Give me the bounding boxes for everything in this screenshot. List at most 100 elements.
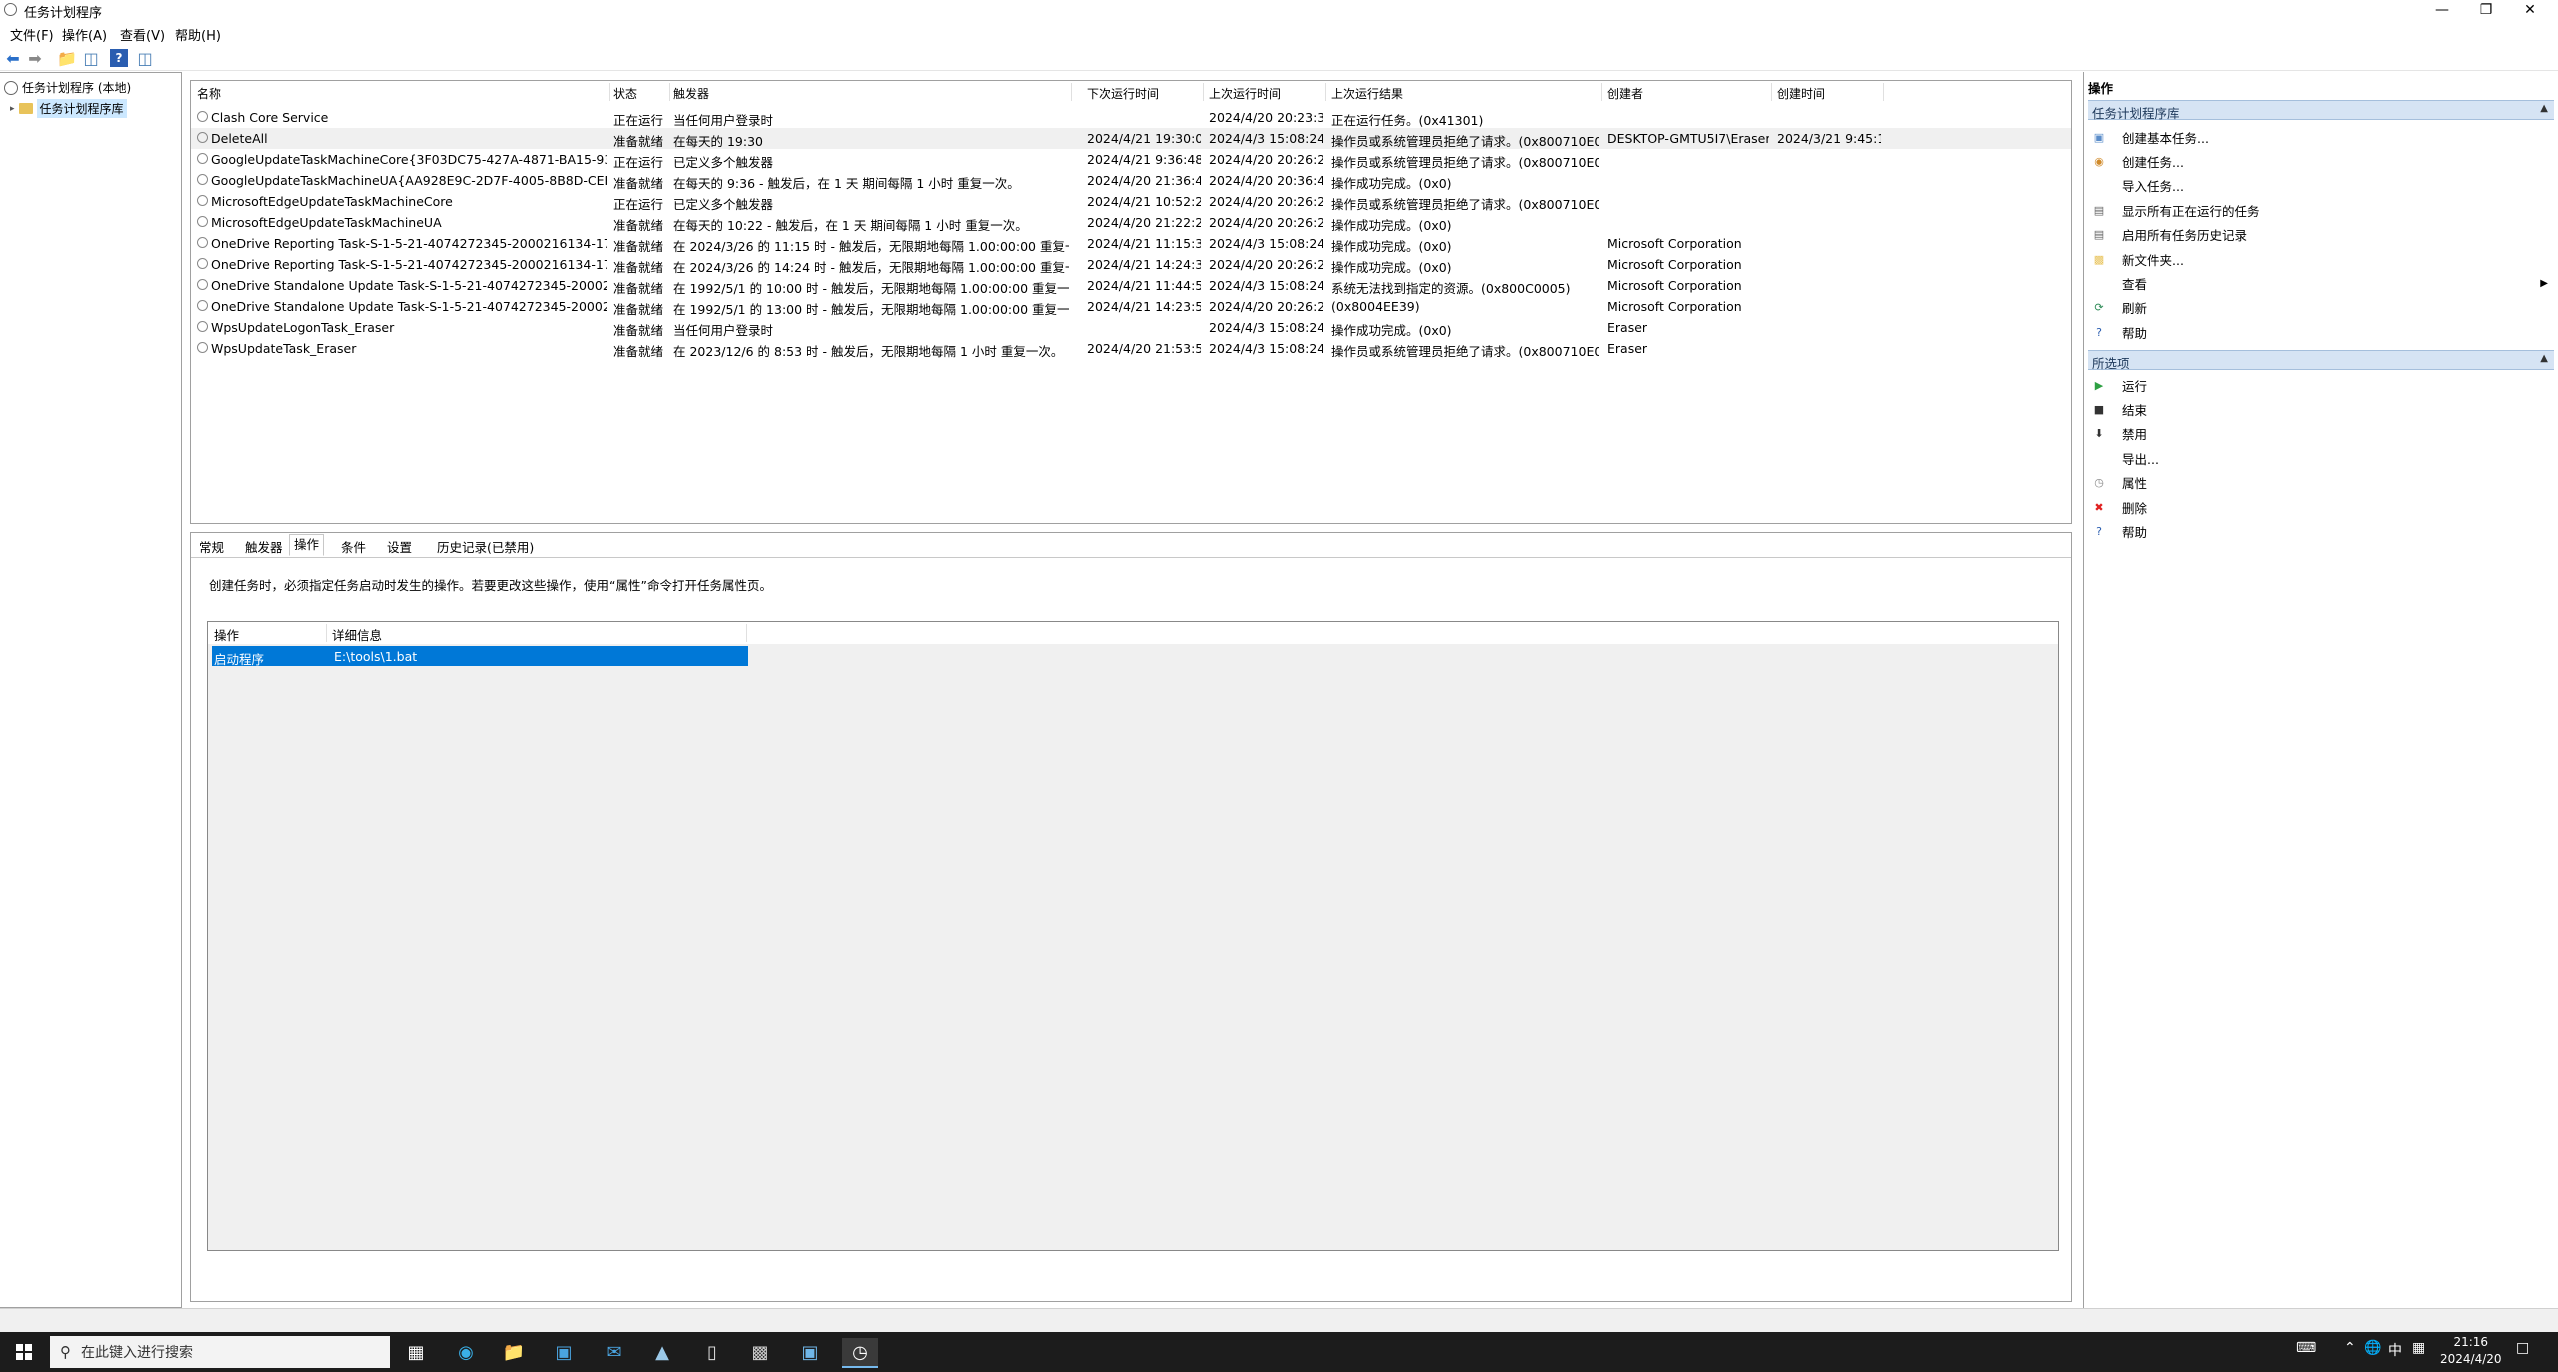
tree-library[interactable]: ▸ 任务计划程序库 — [10, 99, 127, 118]
collapse-icon[interactable]: ▲ — [2540, 103, 2548, 114]
menu-view[interactable]: 查看(V) — [120, 25, 165, 44]
edge-browser-icon[interactable]: ◉ — [452, 1338, 480, 1366]
action-item[interactable]: 导出... — [2092, 447, 2552, 469]
section-selected[interactable]: 所选项 ▲ — [2088, 350, 2554, 371]
network-icon[interactable]: 🌐 — [2364, 1340, 2381, 1356]
action-item[interactable]: 导入任务... — [2092, 175, 2552, 197]
action-item[interactable]: ▤ 启用所有任务历史记录 — [2092, 224, 2552, 246]
action-item[interactable]: ◉ 创建任务... — [2092, 150, 2552, 172]
help-icon[interactable]: ? — [110, 49, 128, 67]
keyboard-icon[interactable]: ⌨ — [2296, 1340, 2316, 1356]
tab-settings[interactable]: 设置 — [387, 537, 412, 556]
menu-file[interactable]: 文件(F) — [10, 25, 54, 44]
action-item-label: 显示所有正在运行的任务 — [2122, 203, 2260, 219]
table-row[interactable]: OneDrive Reporting Task-S-1-5-21-4074272… — [191, 233, 2071, 254]
tab-history[interactable]: 历史记录(已禁用) — [437, 537, 534, 556]
tab-triggers[interactable]: 触发器 — [245, 537, 283, 556]
document-app-icon[interactable]: ▯ — [698, 1338, 726, 1366]
table-cell: 正在运行任务。(0x41301) — [1331, 113, 1484, 128]
show-action-pane-icon[interactable]: ◫ — [136, 49, 154, 68]
col-next-run[interactable]: 下次运行时间 — [1087, 85, 1159, 102]
col-last-run[interactable]: 上次运行时间 — [1209, 85, 1281, 102]
action-item-label: 新文件夹... — [2122, 252, 2184, 268]
expand-arrow-icon[interactable]: ▸ — [10, 104, 15, 114]
action-item[interactable]: ? 帮助 — [2092, 520, 2552, 542]
store-icon[interactable]: ▣ — [550, 1338, 578, 1366]
action-item[interactable]: ■ 结束 — [2092, 398, 2552, 420]
col-last-result[interactable]: 上次运行结果 — [1331, 85, 1403, 102]
action-type: 启动程序 — [214, 652, 265, 667]
table-cell: 操作成功完成。(0x0) — [1331, 323, 1452, 338]
minimize-button[interactable]: — — [2420, 0, 2464, 20]
menu-action[interactable]: 操作(A) — [62, 25, 107, 44]
task-scheduler-taskbar-icon[interactable]: ◷ — [842, 1338, 878, 1368]
notification-icon[interactable]: □ — [2516, 1340, 2529, 1356]
windows-start-icon[interactable] — [10, 1338, 38, 1366]
action-item-label: 属性 — [2122, 476, 2148, 492]
folder-up-icon[interactable]: 📁 — [57, 49, 77, 68]
clock-icon — [4, 80, 18, 95]
action-item[interactable]: ⟳ 刷新 — [2092, 297, 2552, 319]
terminal-icon[interactable]: ▩ — [746, 1338, 774, 1366]
table-row[interactable]: Clash Core Service 正在运行 当任何用户登录时 2024/4/20 … — [191, 107, 2071, 128]
col-trigger[interactable]: 触发器 — [673, 85, 709, 102]
action-item[interactable]: ? 帮助 — [2092, 321, 2552, 343]
action-item[interactable]: ▤ 显示所有正在运行的任务 — [2092, 199, 2552, 221]
restore-button[interactable]: ❐ — [2464, 0, 2508, 20]
mail-icon[interactable]: ✉ — [600, 1338, 628, 1366]
tab-general[interactable]: 常规 — [199, 537, 224, 556]
action-item[interactable]: 查看 ▶ — [2092, 272, 2552, 294]
col-status[interactable]: 状态 — [613, 85, 637, 102]
col-action[interactable]: 操作 — [214, 625, 239, 644]
action-row-selected[interactable]: 启动程序 E:\tools\1.bat — [212, 646, 748, 667]
taskbar-search[interactable]: ⚲ 在此键入进行搜索 — [50, 1336, 390, 1368]
table-cell: 2024/4/21 11:44:59 — [1087, 278, 1201, 293]
table-row[interactable]: DeleteAll 准备就绪 在每天的 19:30 2024/4/21 19:30:0… — [191, 128, 2071, 149]
col-name[interactable]: 名称 — [197, 85, 221, 102]
title-bar: 任务计划程序 — ❐ ✕ — [0, 0, 2558, 21]
action-item-label: 帮助 — [2122, 325, 2148, 341]
app-icon[interactable]: ▲ — [648, 1338, 676, 1366]
tab-conditions[interactable]: 条件 — [341, 537, 366, 556]
table-row[interactable]: GoogleUpdateTaskMachineCore{3F03DC75-427… — [191, 149, 2071, 170]
tree-root[interactable]: 任务计划程序 (本地) — [4, 79, 131, 96]
close-button[interactable]: ✕ — [2508, 0, 2552, 20]
forward-icon[interactable]: ➡ — [26, 49, 44, 68]
section-library[interactable]: 任务计划程序库 ▲ — [2088, 100, 2554, 121]
show-hide-tree-icon[interactable]: ◫ — [82, 49, 100, 68]
action-item[interactable]: ⬇ 禁用 — [2092, 423, 2552, 445]
table-row[interactable]: MicrosoftEdgeUpdateTaskMachineCore 正在运行 已定… — [191, 191, 2071, 212]
table-row[interactable]: OneDrive Reporting Task-S-1-5-21-4074272… — [191, 254, 2071, 275]
remote-desktop-icon[interactable]: ▣ — [796, 1338, 824, 1366]
table-row[interactable]: WpsUpdateTask_Eraser 准备就绪在 2023/12/6 的 8:… — [191, 338, 2071, 359]
table-row[interactable]: OneDrive Standalone Update Task-S-1-5-21… — [191, 296, 2071, 317]
tab-actions[interactable]: 操作 — [289, 534, 325, 556]
action-item[interactable]: ▩ 新文件夹... — [2092, 248, 2552, 270]
table-row[interactable]: OneDrive Standalone Update Task-S-1-5-21… — [191, 275, 2071, 296]
table-cell: 2024/4/20 21:53:55 — [1087, 341, 1201, 356]
table-cell: (0x8004EE39) — [1331, 299, 1420, 314]
action-item[interactable]: ✖ 删除 — [2092, 496, 2552, 518]
action-item-label: 禁用 — [2122, 427, 2148, 443]
table-row[interactable]: MicrosoftEdgeUpdateTaskMachineUA 准备就绪 在每天的… — [191, 212, 2071, 233]
tree-library-label: 任务计划程序库 — [36, 99, 127, 118]
actions-description: 创建任务时，必须指定任务启动时发生的操作。若要更改这些操作，使用“属性”命令打开… — [209, 578, 772, 593]
back-icon[interactable]: ⬅ — [4, 49, 22, 68]
ime-indicator[interactable]: 中 — [2388, 1340, 2402, 1360]
menu-help[interactable]: 帮助(H) — [175, 25, 221, 44]
col-details[interactable]: 详细信息 — [332, 625, 382, 644]
col-author[interactable]: 创建者 — [1607, 85, 1643, 102]
action-item[interactable]: ◷ 属性 — [2092, 472, 2552, 494]
action-item[interactable]: ▶ 运行 — [2092, 374, 2552, 396]
file-explorer-icon[interactable]: 📁 — [500, 1338, 528, 1366]
task-view-icon[interactable]: ▦ — [402, 1338, 430, 1366]
navigation-tree: 任务计划程序 (本地) ▸ 任务计划程序库 — [0, 72, 182, 1308]
chevron-up-icon[interactable]: ⌃ — [2344, 1340, 2356, 1356]
collapse-icon[interactable]: ▲ — [2540, 353, 2548, 364]
clock[interactable]: 21:16 2024/4/20 — [2440, 1334, 2502, 1368]
table-row[interactable]: GoogleUpdateTaskMachineUA{AA928E9C-2D7F-… — [191, 170, 2071, 191]
col-created[interactable]: 创建时间 — [1777, 85, 1825, 102]
table-row[interactable]: WpsUpdateLogonTask_Eraser 准备就绪 当任何用户登录时 202… — [191, 317, 2071, 338]
action-item[interactable]: ▣ 创建基本任务... — [2092, 126, 2552, 148]
input-mode-icon[interactable]: ▦ — [2412, 1340, 2425, 1356]
